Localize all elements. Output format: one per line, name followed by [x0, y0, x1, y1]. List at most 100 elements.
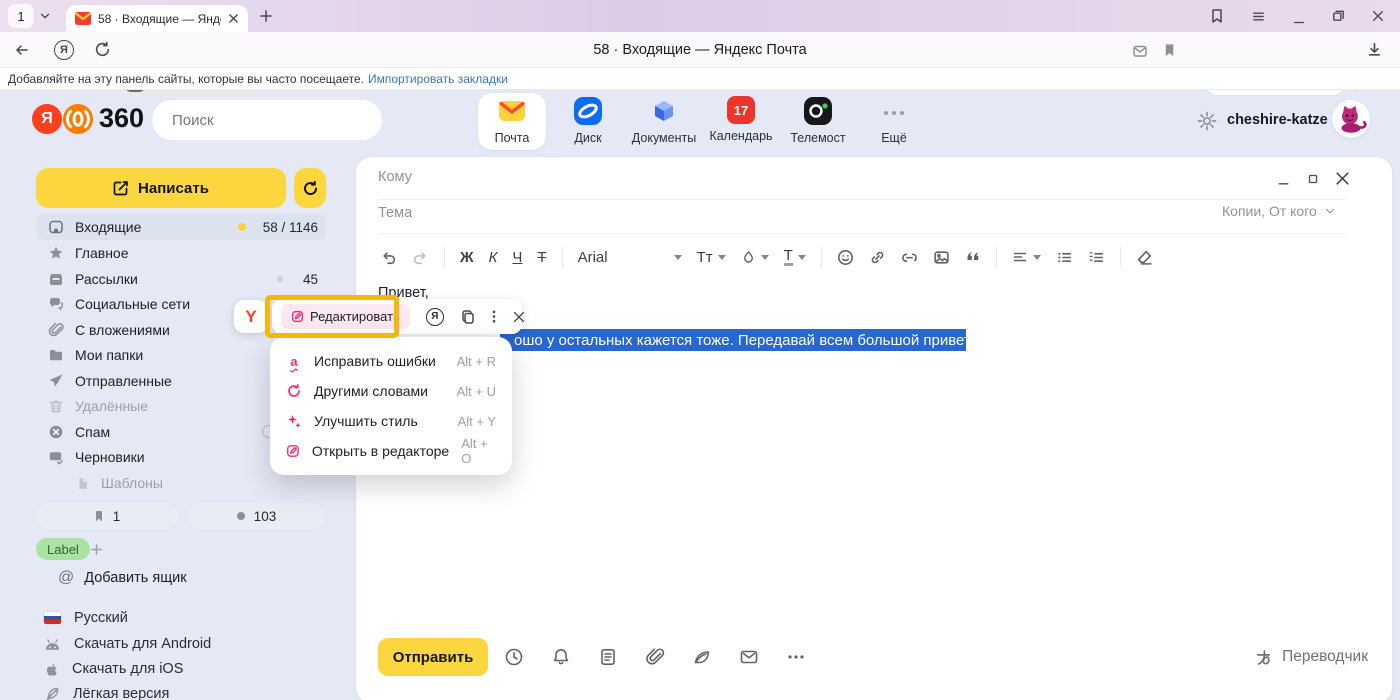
anchor-link-icon[interactable]	[901, 249, 918, 266]
service-telemost[interactable]: Телемост	[776, 96, 860, 145]
translator-toggle[interactable]: Переводчик	[1254, 638, 1368, 676]
alice-search-icon[interactable]: Я	[426, 308, 444, 326]
strikethrough-icon[interactable]: Т	[537, 249, 546, 266]
more-options-icon[interactable]	[786, 647, 806, 667]
rephrase-icon	[286, 383, 302, 399]
inbox-icon	[48, 219, 64, 235]
tab-counter[interactable]: 1	[8, 4, 34, 28]
menu-item-open-editor[interactable]: Открыть в редакторе Alt + O	[270, 436, 512, 466]
selected-text[interactable]: ошо у остальных кажется тоже. Передавай …	[500, 329, 966, 351]
attach-file-icon[interactable]	[645, 647, 665, 667]
count-dot	[277, 276, 283, 282]
underline-icon[interactable]: Ч	[512, 249, 522, 266]
eraser-icon[interactable]	[1136, 249, 1153, 266]
avatar[interactable]	[1332, 100, 1370, 138]
settings-gear-icon[interactable]	[1197, 111, 1217, 131]
import-bookmarks-link[interactable]: Импортировать закладки	[368, 72, 508, 86]
link-icon[interactable]	[869, 249, 886, 266]
search-input[interactable]	[172, 112, 371, 129]
compose-expand-icon[interactable]	[1306, 172, 1320, 186]
bookmarks-pill[interactable]: 1	[36, 503, 177, 529]
refresh-icon[interactable]	[94, 41, 111, 58]
reminder-bell-icon[interactable]	[551, 647, 571, 667]
popup-close-icon[interactable]	[512, 310, 526, 324]
tab-list-chevron-icon[interactable]	[38, 9, 52, 23]
folder-important[interactable]: Главное	[36, 240, 326, 266]
to-field[interactable]: Кому	[378, 169, 412, 185]
attach-from-mail-icon[interactable]	[739, 647, 759, 667]
undo-icon[interactable]	[380, 249, 397, 266]
close-window-icon[interactable]	[1371, 9, 1385, 23]
android-link[interactable]: Скачать для Android	[44, 632, 211, 656]
font-family-dropdown[interactable]: Arial	[578, 249, 682, 266]
send-button[interactable]: Отправить	[378, 638, 488, 676]
browser-tab[interactable]: 58 · Входящие — Яндек	[66, 5, 248, 32]
menu-item-improve-style[interactable]: Улучшить стиль Alt + Y	[270, 406, 512, 436]
language-link[interactable]: Русский	[44, 606, 128, 630]
back-icon[interactable]	[14, 42, 30, 58]
add-mailbox-row[interactable]: @ Добавить ящик	[58, 566, 187, 590]
label-tag[interactable]: Label	[36, 538, 90, 560]
service-calendar[interactable]: 17 Календарь	[699, 96, 783, 143]
service-more[interactable]: Ещё	[852, 96, 936, 145]
telemost-service-icon	[803, 96, 833, 126]
new-tab-button[interactable]	[258, 8, 274, 24]
folder-label: Шаблоны	[101, 475, 318, 491]
folder-newsletters[interactable]: Рассылки 45	[36, 266, 326, 292]
menu-item-rephrase[interactable]: Другими словами Alt + U	[270, 376, 512, 406]
restore-window-icon[interactable]	[1331, 8, 1346, 23]
service-disk[interactable]: Диск	[546, 96, 630, 145]
italic-icon[interactable]: К	[489, 249, 498, 266]
compose-close-icon[interactable]	[1334, 170, 1351, 187]
download-icon[interactable]	[1366, 41, 1383, 58]
logo-360-circle[interactable]	[63, 104, 93, 139]
text-color-dropdown[interactable]: Т	[784, 248, 806, 266]
ios-link[interactable]: Скачать для iOS	[44, 657, 183, 681]
browser-menu-icon[interactable]	[1251, 9, 1266, 24]
bold-icon[interactable]: Ж	[460, 249, 474, 266]
logo-ya-circle[interactable]: Я	[32, 104, 62, 134]
popup-more-icon[interactable]	[492, 309, 496, 324]
light-version-link[interactable]: Лёгкая версия	[44, 682, 169, 700]
schedule-clock-icon[interactable]	[504, 647, 524, 667]
copy-icon[interactable]	[460, 309, 476, 325]
cc-from-toggle[interactable]: Копии, От кого	[1222, 203, 1336, 219]
highlight-color-dropdown[interactable]	[741, 250, 769, 265]
search-box[interactable]	[152, 100, 382, 140]
side-panel-icon[interactable]	[1209, 8, 1225, 24]
quote-icon[interactable]	[965, 250, 981, 264]
align-dropdown[interactable]	[1012, 249, 1041, 265]
menu-item-label: Улучшить стиль	[314, 413, 446, 429]
refresh-mail-button[interactable]	[294, 168, 326, 208]
attach-from-disk-icon[interactable]	[692, 647, 712, 667]
user-name[interactable]: cheshire-katze	[1227, 112, 1328, 128]
minimize-window-icon[interactable]	[1292, 12, 1306, 26]
browser-y-badge[interactable]: Y	[234, 300, 268, 333]
menu-item-shortcut: Alt + O	[461, 436, 496, 466]
toolbar-separator	[1120, 247, 1121, 267]
emoji-icon[interactable]	[837, 249, 854, 266]
compose-button[interactable]: Написать	[36, 168, 286, 208]
unread-pill[interactable]: 103	[187, 503, 326, 529]
font-size-dropdown[interactable]: Tт	[697, 249, 726, 266]
bullet-list-icon[interactable]	[1056, 249, 1073, 266]
numbered-list-icon[interactable]	[1088, 249, 1105, 266]
compose-minimize-icon[interactable]	[1276, 173, 1291, 188]
bookmark-icon[interactable]	[1162, 42, 1177, 63]
menu-item-fix-errors[interactable]: a Исправить ошибки Alt + R	[270, 346, 512, 376]
add-label-icon[interactable]	[90, 543, 103, 556]
star-icon	[48, 245, 64, 261]
tab-close-icon[interactable]	[228, 13, 239, 24]
browser-tab-bar: 1 58 · Входящие — Яндек	[0, 0, 1400, 32]
mail-notify-icon[interactable]	[1132, 43, 1148, 59]
service-mail[interactable]: Почта	[470, 96, 554, 145]
folder-inbox[interactable]: Входящие 58 / 1146	[36, 214, 326, 240]
tutorial-highlight-box	[265, 295, 399, 338]
service-docs[interactable]: Документы	[622, 96, 706, 145]
redo-icon[interactable]	[412, 249, 429, 266]
notes-icon[interactable]	[598, 647, 618, 667]
subject-field[interactable]: Тема	[378, 205, 412, 221]
browser-logo-icon[interactable]: Я	[54, 40, 74, 60]
screen: 1 58 · Входящие — Яндек Я mail.yandex.ru…	[0, 0, 1400, 700]
image-icon[interactable]	[933, 249, 950, 266]
